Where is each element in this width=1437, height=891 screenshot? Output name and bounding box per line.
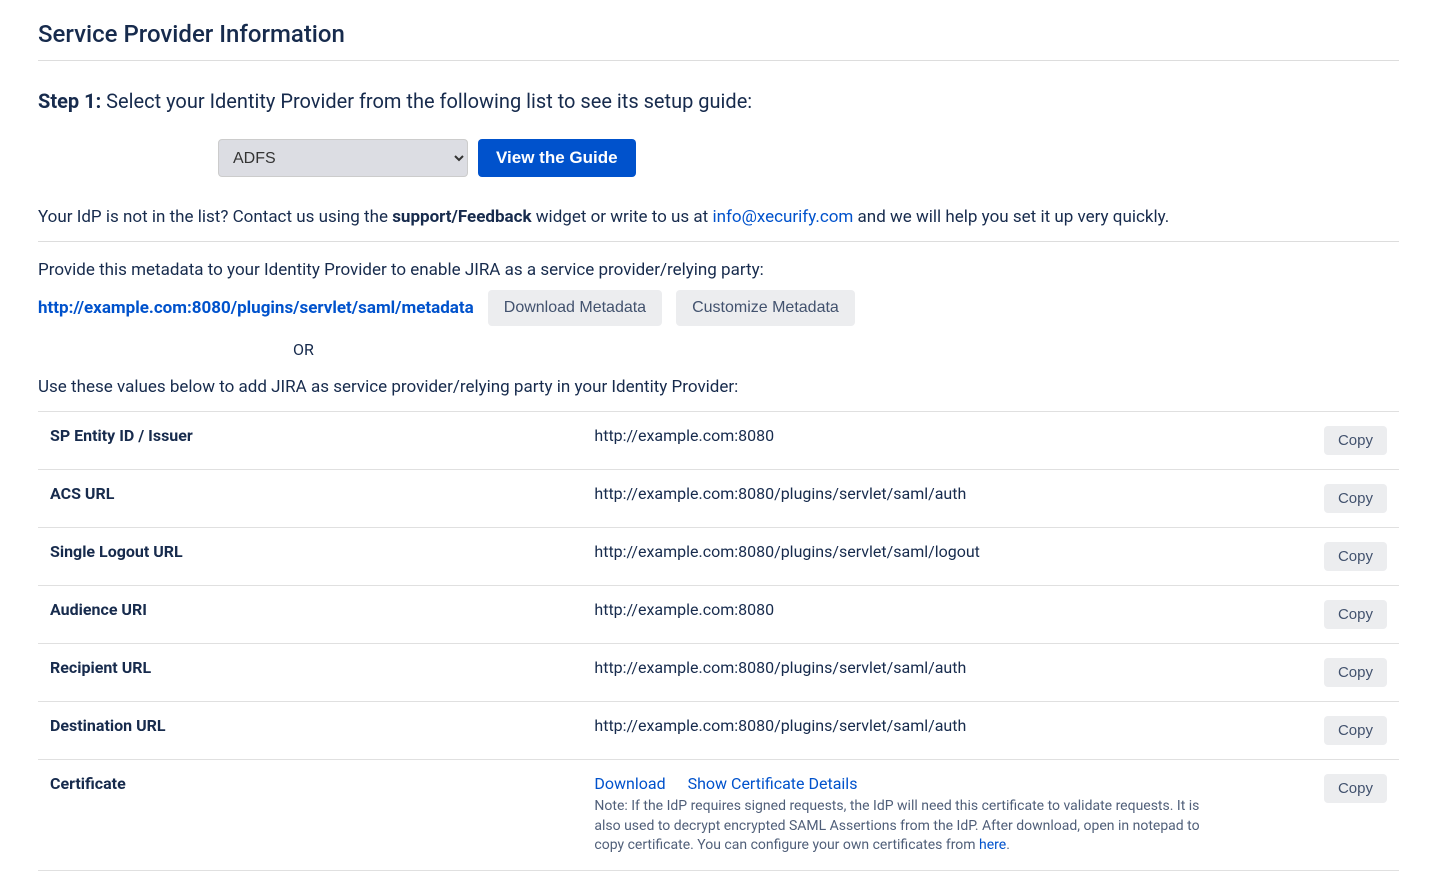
acs-url-label: ACS URL: [38, 470, 582, 528]
slo-url-value: http://example.com:8080/plugins/servlet/…: [582, 528, 1235, 586]
destination-url-value: http://example.com:8080/plugins/servlet/…: [582, 702, 1235, 760]
copy-button-certificate[interactable]: Copy: [1324, 774, 1387, 803]
values-intro: Use these values below to add JIRA as se…: [38, 377, 1399, 397]
metadata-url: http://example.com:8080/plugins/servlet/…: [38, 298, 474, 318]
certificate-note: Note: If the IdP requires signed request…: [594, 797, 1223, 856]
destination-url-label: Destination URL: [38, 702, 582, 760]
step1-instruction: Step 1: Select your Identity Provider fr…: [38, 89, 1399, 113]
or-separator: OR: [293, 340, 1399, 359]
table-row: Destination URL http://example.com:8080/…: [38, 702, 1399, 760]
support-feedback-text: support/Feedback: [392, 207, 531, 227]
help-suffix: and we will help you set it up very quic…: [853, 207, 1169, 227]
idp-not-listed-help: Your IdP is not in the list? Contact us …: [38, 207, 1399, 242]
show-certificate-details-link[interactable]: Show Certificate Details: [688, 774, 858, 793]
sp-entity-id-value: http://example.com:8080: [582, 412, 1235, 470]
metadata-intro: Provide this metadata to your Identity P…: [38, 260, 1399, 280]
sp-entity-id-label: SP Entity ID / Issuer: [38, 412, 582, 470]
table-row: Certificate Download Show Certificate De…: [38, 760, 1399, 871]
table-row: ACS URL http://example.com:8080/plugins/…: [38, 470, 1399, 528]
certificate-value: Download Show Certificate Details Note: …: [582, 760, 1235, 871]
cert-note-prefix: Note: If the IdP requires signed request…: [594, 798, 1199, 853]
metadata-row: http://example.com:8080/plugins/servlet/…: [38, 290, 1399, 326]
recipient-url-value: http://example.com:8080/plugins/servlet/…: [582, 644, 1235, 702]
acs-url-value: http://example.com:8080/plugins/servlet/…: [582, 470, 1235, 528]
download-metadata-button[interactable]: Download Metadata: [488, 290, 662, 326]
table-row: Recipient URL http://example.com:8080/pl…: [38, 644, 1399, 702]
certificate-label: Certificate: [38, 760, 582, 871]
copy-button-recipient-url[interactable]: Copy: [1324, 658, 1387, 687]
copy-button-acs-url[interactable]: Copy: [1324, 484, 1387, 513]
slo-url-label: Single Logout URL: [38, 528, 582, 586]
support-email-link[interactable]: info@xecurify.com: [712, 207, 853, 227]
table-row: Single Logout URL http://example.com:808…: [38, 528, 1399, 586]
sp-values-table: SP Entity ID / Issuer http://example.com…: [38, 411, 1399, 871]
audience-uri-value: http://example.com:8080: [582, 586, 1235, 644]
step1-text: Select your Identity Provider from the f…: [101, 89, 752, 113]
idp-select[interactable]: ADFS: [218, 139, 468, 177]
customize-metadata-button[interactable]: Customize Metadata: [676, 290, 855, 326]
configure-certificates-link[interactable]: here: [979, 837, 1006, 853]
cert-note-suffix: .: [1006, 837, 1010, 853]
step1-label: Step 1:: [38, 89, 101, 113]
page-title: Service Provider Information: [38, 20, 1399, 61]
view-guide-button[interactable]: View the Guide: [478, 139, 636, 177]
recipient-url-label: Recipient URL: [38, 644, 582, 702]
download-certificate-link[interactable]: Download: [594, 774, 665, 793]
copy-button-audience-uri[interactable]: Copy: [1324, 600, 1387, 629]
help-prefix: Your IdP is not in the list? Contact us …: [38, 207, 392, 227]
table-row: Audience URI http://example.com:8080 Cop…: [38, 586, 1399, 644]
copy-button-destination-url[interactable]: Copy: [1324, 716, 1387, 745]
copy-button-slo-url[interactable]: Copy: [1324, 542, 1387, 571]
table-row: SP Entity ID / Issuer http://example.com…: [38, 412, 1399, 470]
idp-selection-row: ADFS View the Guide: [218, 139, 1399, 177]
audience-uri-label: Audience URI: [38, 586, 582, 644]
help-mid: widget or write to us at: [532, 207, 713, 227]
copy-button-sp-entity-id[interactable]: Copy: [1324, 426, 1387, 455]
